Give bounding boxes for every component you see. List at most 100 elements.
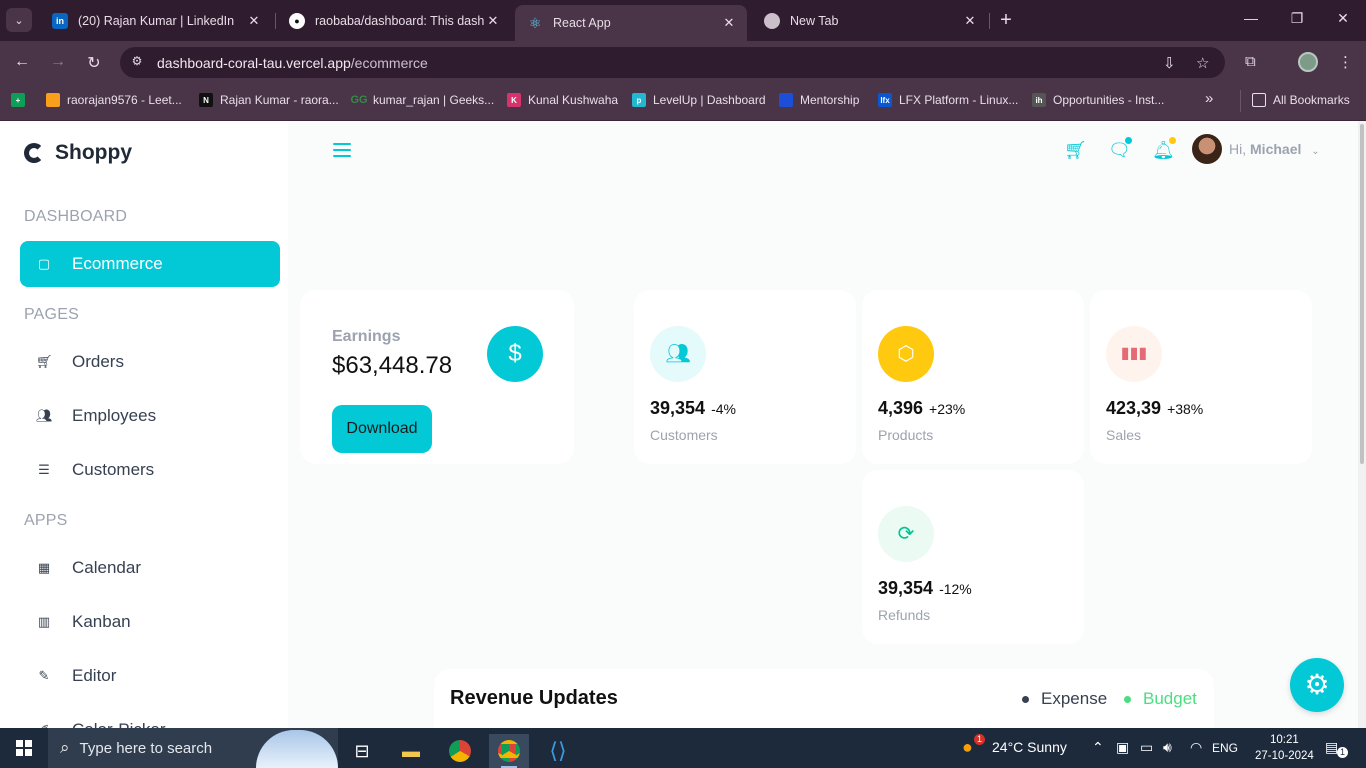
file-explorer-icon[interactable]: ▬ xyxy=(391,734,431,768)
all-bookmarks-button[interactable]: All Bookmarks xyxy=(1252,93,1350,107)
window-close-icon[interactable]: ✕ xyxy=(1333,10,1353,27)
bookmark-label: raorajan9576 - Leet... xyxy=(67,93,182,107)
search-icon: ⌕ xyxy=(60,738,70,757)
menu-dots-icon[interactable]: ⋮ xyxy=(1338,53,1353,71)
avatar[interactable] xyxy=(1192,134,1222,164)
main-content: 🛒︎ 🗨︎ 🔔︎ Hi, Michael ⌄ Earnings $63,448.… xyxy=(288,121,1366,728)
sidebar-item-color-picker[interactable]: ✐ Color-Picker xyxy=(20,707,280,728)
tab-separator xyxy=(989,13,990,29)
chrome-profile-icon[interactable] xyxy=(440,734,480,768)
close-icon[interactable]: ✕ xyxy=(246,13,262,29)
close-icon[interactable]: ✕ xyxy=(962,13,978,29)
weather-icon[interactable]: ● xyxy=(962,737,973,758)
profile-avatar[interactable] xyxy=(1298,52,1318,72)
stat-card-customers: 👥︎ 39,354 -4% Customers xyxy=(634,290,856,464)
star-icon[interactable]: ☆ xyxy=(1196,54,1209,72)
bookmark-item[interactable]: lfx LFX Platform - Linux... xyxy=(878,93,1018,107)
tab-search-button[interactable]: ⌄ xyxy=(6,8,32,32)
reload-icon[interactable]: ↻ xyxy=(84,53,104,73)
bookmark-item[interactable]: Mentorship xyxy=(779,93,859,107)
customers-icon[interactable]: 👥︎ xyxy=(650,326,706,382)
bookmarks-overflow-button[interactable]: » xyxy=(1205,90,1213,107)
sidebar-item-calendar[interactable]: ▦ Calendar xyxy=(20,545,280,591)
tab-linkedin[interactable]: in (20) Rajan Kumar | LinkedIn ✕ xyxy=(40,6,272,35)
sidebar-item-editor[interactable]: ✎ Editor xyxy=(20,653,280,699)
page-scrollbar[interactable] xyxy=(1358,121,1366,728)
download-button[interactable]: Download xyxy=(332,405,432,453)
weather-text[interactable]: 24°C Sunny xyxy=(992,739,1067,755)
vscode-icon[interactable]: ⟨⟩ xyxy=(538,734,578,768)
sidebar-item-customers[interactable]: ☰ Customers xyxy=(20,447,280,493)
chrome-icon[interactable] xyxy=(489,734,529,768)
system-clock[interactable]: 10:21 27-10-2024 xyxy=(1255,732,1314,764)
back-icon[interactable]: ← xyxy=(12,53,32,71)
bookmark-item[interactable]: raorajan9576 - Leet... xyxy=(46,93,182,107)
tab-react-app[interactable]: ⚛ React App ✕ xyxy=(515,5,747,41)
bookmarks-bar: + raorajan9576 - Leet... N Rajan Kumar -… xyxy=(0,84,1366,121)
dollar-icon[interactable]: $ xyxy=(487,326,543,382)
bookmark-item[interactable]: ih Opportunities - Inst... xyxy=(1032,93,1164,107)
tab-new-tab[interactable]: New Tab ✕ xyxy=(752,6,988,35)
extensions-icon[interactable]: ⧉ xyxy=(1245,53,1256,70)
address-bar[interactable]: ⚙ dashboard-coral-tau.vercel.app/ecommer… xyxy=(120,47,1225,78)
close-icon[interactable]: ✕ xyxy=(721,15,737,31)
user-name: Michael xyxy=(1250,141,1302,157)
bookmark-item[interactable]: K Kunal Kushwaha xyxy=(507,93,618,107)
task-view-icon[interactable]: ⊟ xyxy=(342,734,382,768)
sidebar-item-ecommerce[interactable]: ▢ Ecommerce xyxy=(20,241,280,287)
search-placeholder: Type here to search xyxy=(79,739,213,757)
kunal-icon: K xyxy=(507,93,521,107)
battery-icon[interactable]: ▭ xyxy=(1140,739,1153,756)
new-tab-button[interactable]: + xyxy=(996,10,1016,30)
install-app-icon[interactable]: ⇩ xyxy=(1163,54,1176,72)
legend-budget: Budget xyxy=(1124,689,1197,709)
geeksforgeeks-icon: GG xyxy=(350,94,368,106)
sheets-icon: + xyxy=(11,93,25,107)
taskbar-search[interactable]: ⌕ Type here to search xyxy=(48,728,338,768)
bookmark-sheets[interactable]: + xyxy=(11,93,32,107)
menu-toggle-icon[interactable] xyxy=(333,143,351,161)
stat-card-sales: ▮▮▮ 423,39 +38% Sales xyxy=(1090,290,1312,464)
stat-percent: -12% xyxy=(939,581,972,597)
bookmark-item[interactable]: N Rajan Kumar - raora... xyxy=(199,93,339,107)
minimize-icon[interactable]: — xyxy=(1241,10,1261,26)
refresh-icon[interactable]: ⟳ xyxy=(878,506,934,562)
wifi-icon[interactable]: ◠ xyxy=(1190,739,1202,756)
url-text: dashboard-coral-tau.vercel.app/ecommerce xyxy=(157,55,428,71)
bookmark-separator xyxy=(1240,90,1241,112)
mentorship-icon xyxy=(779,93,793,107)
scrollbar-thumb[interactable] xyxy=(1360,124,1364,464)
brand-logo[interactable]: Shoppy xyxy=(24,141,132,165)
gear-icon: ⚙ xyxy=(1304,669,1330,700)
sidebar-item-orders[interactable]: 🛒︎ Orders xyxy=(20,339,280,385)
box-icon[interactable]: ⬡ xyxy=(878,326,934,382)
internshala-icon: ih xyxy=(1032,93,1046,107)
restore-icon[interactable]: ❐ xyxy=(1287,10,1307,27)
all-bookmarks-label: All Bookmarks xyxy=(1273,93,1350,107)
bookmark-item[interactable]: GG kumar_rajan | Geeks... xyxy=(350,93,494,107)
settings-gear-button[interactable]: ⚙ xyxy=(1290,658,1344,712)
close-icon[interactable]: ✕ xyxy=(485,13,501,29)
site-info-icon[interactable]: ⚙ xyxy=(128,54,146,72)
language-indicator[interactable]: ENG xyxy=(1212,741,1238,755)
meet-icon[interactable]: ▣ xyxy=(1116,739,1129,756)
budget-dot xyxy=(1124,695,1131,703)
folder-icon xyxy=(1252,93,1266,107)
chevron-up-icon[interactable]: ⌃ xyxy=(1092,739,1104,756)
bar-chart-icon[interactable]: ▮▮▮ xyxy=(1106,326,1162,382)
windows-taskbar: ⌕ Type here to search ⊟ ▬ ⟨⟩ ● 1 24°C Su… xyxy=(0,728,1366,768)
cart-icon[interactable]: 🛒︎ xyxy=(1064,140,1087,162)
forward-icon[interactable]: → xyxy=(48,53,68,71)
tab-github[interactable]: ● raobaba/dashboard: This dashb ✕ xyxy=(277,6,511,35)
search-highlight-image xyxy=(256,730,338,768)
sidebar-item-employees[interactable]: 👥︎ Employees xyxy=(20,393,280,439)
earnings-label: Earnings xyxy=(332,328,401,345)
volume-icon[interactable]: 🔊︎ xyxy=(1163,739,1172,756)
windows-start-icon[interactable] xyxy=(16,740,32,756)
bookmark-item[interactable]: p LevelUp | Dashboard xyxy=(632,93,766,107)
sidebar-item-kanban[interactable]: ▥ Kanban xyxy=(20,599,280,645)
stat-amount: 423,39 +38% xyxy=(1106,398,1204,418)
stat-amount: 39,354 -12% xyxy=(878,578,972,598)
kanban-icon: ▥ xyxy=(37,614,51,629)
user-menu[interactable]: Hi, Michael ⌄ xyxy=(1229,141,1320,157)
